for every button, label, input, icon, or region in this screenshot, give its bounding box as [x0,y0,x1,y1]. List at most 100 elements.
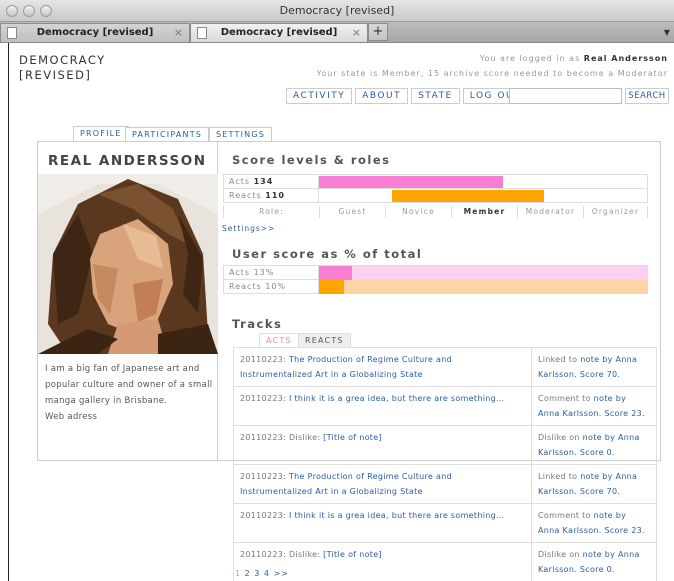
next-page[interactable]: >> [274,569,289,578]
page-1[interactable]: 1 [235,569,241,578]
page-4[interactable]: 4 [264,569,270,578]
role-label: Role: [223,206,319,218]
track-meta: Linked to note by Anna Karlsson. Score 7… [531,347,657,387]
track-date: 20110223: [240,355,289,364]
track-entry: 20110223: The Production of Regime Cultu… [233,347,532,387]
page-2[interactable]: 2 [245,569,251,578]
login-prefix: You are logged in as [479,54,584,63]
browser-tab-2[interactable]: Democracy [revised] × [190,23,368,42]
browser-tab-label: Democracy [revised] [220,27,338,38]
tab-participants[interactable]: PARTICIPANTS [125,127,210,141]
track-meta-prefix: Dislike on [538,433,583,442]
track-date: 20110223: Dislike: [240,550,324,559]
track-meta-prefix: Comment to [538,511,594,520]
window-titlebar: Democracy [revised] [0,0,674,22]
tab-profile[interactable]: PROFILE [73,126,129,142]
track-row: 20110223: Dislike: [Title of note] Dislik… [233,425,657,465]
track-row: 20110223: I think it is a grea idea, but… [233,503,657,543]
track-link[interactable]: [Title of note] [323,433,382,442]
tracks-title: Tracks [232,317,283,331]
browser-tab-1[interactable]: Democracy [revised] × [0,23,190,42]
reacts-score-label: Reacts 110 [223,188,319,203]
track-entry: 20110223: I think it is a grea idea, but… [233,503,532,543]
tab-overflow-arrow-icon[interactable]: ▼ [664,28,670,37]
role-moderator: Moderator [517,206,583,218]
profile-bio: I am a big fan of Japanese art and popul… [45,364,213,406]
role-scale: Role: Guest Novice Member Moderator Orga… [223,206,648,218]
pagination: 1 2 3 4 >> [235,569,289,578]
reacts-level-bar [392,190,544,202]
tab-settings[interactable]: SETTINGS [209,127,272,141]
role-novice: Novice [385,206,451,218]
browser-tab-label: Democracy [revised] [36,27,154,38]
search-input[interactable] [509,88,622,104]
document-icon [197,27,207,39]
acts-percent-track [318,265,648,280]
brand-line-1: DEMOCRACY [19,53,106,67]
site-logo[interactable]: DEMOCRACY [REVISED] [19,53,106,83]
score-levels-title: Score levels & roles [232,153,391,167]
avatar [38,174,218,354]
track-meta: Dislike on note by Anna Karlsson. Score … [531,425,657,465]
reacts-label: Reacts [229,191,262,200]
reacts-percent-track [318,279,648,294]
nav-state[interactable]: STATE [411,88,460,104]
nav-about[interactable]: ABOUT [355,88,409,104]
search-button[interactable]: SEARCH [625,88,669,104]
track-link[interactable]: I think it is a grea idea, but there are… [289,511,505,520]
acts-level-bar-cell [318,174,648,189]
close-tab-icon[interactable]: × [352,26,361,39]
track-meta-prefix: Linked to [538,472,581,481]
acts-percent-label: Acts 13% [223,265,319,280]
main-nav: ACTIVITY ABOUT STATE LOG OUT [286,88,531,104]
reacts-percent-label: Reacts 10% [223,279,319,294]
track-meta: Comment to note by Anna Karlsson. Score … [531,503,657,543]
reacts-level-bar-cell [318,188,648,203]
close-tab-icon[interactable]: × [174,26,183,39]
state-message: Your state is Member, 15 archive score n… [316,69,668,78]
track-link[interactable]: [Title of note] [323,550,382,559]
track-row: 20110223: The Production of Regime Cultu… [233,464,657,504]
login-status: You are logged in as Real Andersson [480,54,668,63]
profile-web-address: Web adress [45,412,98,422]
track-meta-prefix: Linked to [538,355,581,364]
acts-score-label: Acts 134 [223,174,319,189]
acts-score-value: 134 [253,177,274,186]
acts-level-bar [319,176,503,188]
score-levels-table: Acts 134 Reacts 110 [223,174,648,203]
track-date: 20110223: Dislike: [240,433,324,442]
acts-percent-bar [319,266,352,280]
logged-in-user: Real Andersson [583,54,668,63]
role-guest: Guest [319,206,385,218]
track-meta: Comment to note by Anna Karlsson. Score … [531,386,657,426]
role-organizer: Organizer [583,206,648,218]
track-row: 20110223: I think it is a grea idea, but… [233,386,657,426]
track-entry: 20110223: I think it is a grea idea, but… [233,386,532,426]
page-3[interactable]: 3 [254,569,260,578]
track-date: 20110223: [240,472,289,481]
nav-activity[interactable]: ACTIVITY [286,88,353,104]
track-meta-prefix: Comment to [538,394,594,403]
track-link[interactable]: I think it is a grea idea, but there are… [289,394,505,403]
document-icon [7,27,17,39]
track-date: 20110223: [240,511,289,520]
track-meta: Dislike on note by Anna Karlsson. Score … [531,542,657,581]
track-entry: 20110223: The Production of Regime Cultu… [233,464,532,504]
window-title: Democracy [revised] [279,4,395,17]
track-meta-prefix: Dislike on [538,550,583,559]
tracks-table: 20110223: The Production of Regime Cultu… [233,347,657,581]
role-member: Member [451,206,517,218]
profile-name: REAL ANDERSSON [48,153,207,169]
acts-label: Acts [229,177,251,186]
page: DEMOCRACY [REVISED] You are logged in as… [8,43,674,581]
user-score-title: User score as % of total [232,247,423,261]
tracks-tab-reacts[interactable]: REACTS [298,333,351,347]
settings-link[interactable]: Settings>> [222,224,275,233]
track-row: 20110223: The Production of Regime Cultu… [233,347,657,387]
reacts-percent-bar [319,280,345,294]
profile-card: REAL ANDERSSON I am a big fan of Japanes… [37,141,218,461]
track-entry: 20110223: Dislike: [Title of note] [233,425,532,465]
new-tab-button[interactable]: + [368,23,388,41]
tracks-tab-acts[interactable]: ACTS [259,333,299,347]
brand-line-2: [REVISED] [19,68,92,82]
